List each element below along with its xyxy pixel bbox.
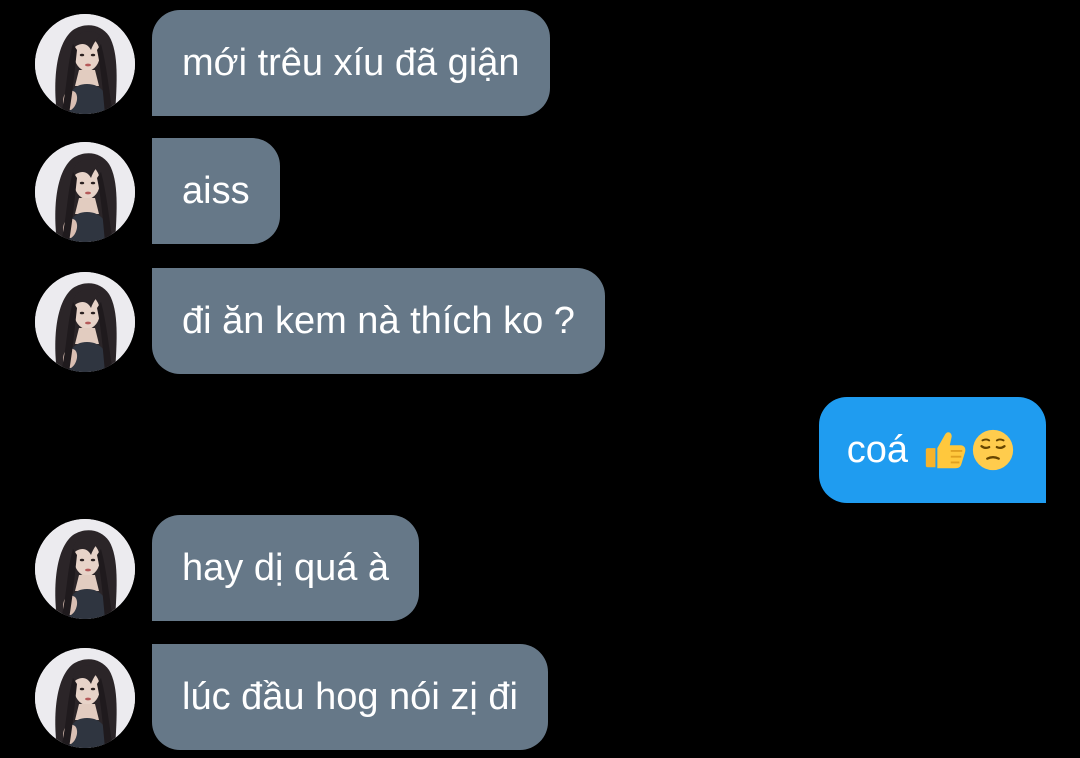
avatar[interactable] — [35, 519, 135, 619]
thumbs-up-icon — [922, 427, 968, 473]
message-text: lúc đầu hog nói zị đi — [182, 675, 518, 718]
avatar[interactable] — [35, 272, 135, 372]
avatar[interactable] — [35, 648, 135, 748]
message-text: coá — [846, 428, 908, 471]
message-bubble[interactable]: mới trêu xíu đã giận — [152, 10, 550, 116]
message-text: đi ăn kem nà thích ko ? — [182, 299, 575, 342]
message-bubble[interactable]: hay dị quá à — [152, 515, 420, 621]
pensive-face-icon — [970, 427, 1016, 473]
avatar[interactable] — [35, 14, 135, 114]
message-bubble[interactable]: đi ăn kem nà thích ko ? — [152, 268, 605, 374]
avatar[interactable] — [35, 142, 135, 242]
message-text: aiss — [182, 169, 250, 212]
message-bubble[interactable]: lúc đầu hog nói zị đi — [152, 644, 548, 750]
message-text: mới trêu xíu đã giận — [182, 41, 520, 84]
message-text: hay dị quá à — [182, 546, 390, 589]
message-bubble-outgoing[interactable]: coá — [818, 397, 1046, 503]
message-bubble[interactable]: aiss — [152, 138, 280, 244]
